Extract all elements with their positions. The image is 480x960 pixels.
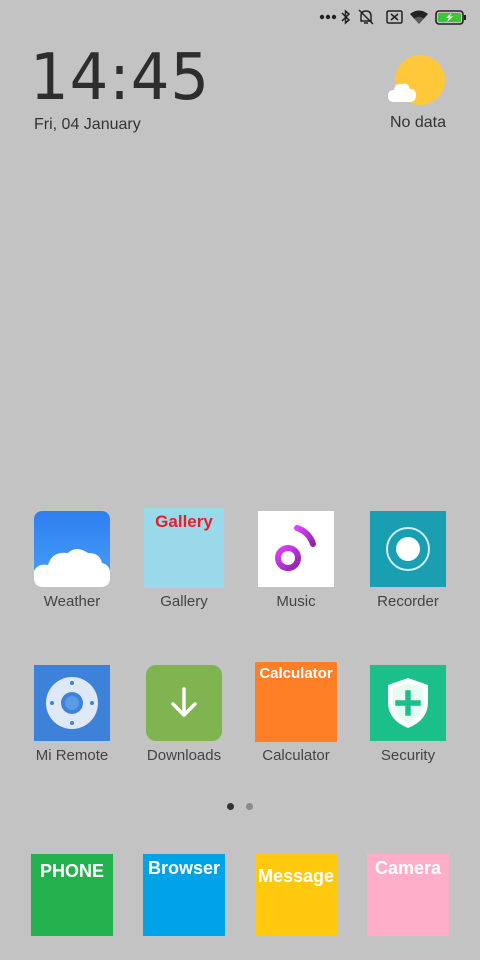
gallery-app-icon[interactable]: Gallery (144, 508, 224, 588)
app-label-security: Security (380, 747, 436, 764)
app-label-weather: Weather (43, 593, 101, 610)
browser-app-icon[interactable]: Browser (143, 854, 225, 936)
recorder-app-icon[interactable] (370, 511, 446, 587)
sim-off-icon (384, 6, 404, 28)
page-indicator[interactable] (0, 803, 480, 810)
camera-tile-text: Camera (374, 858, 442, 878)
app-label-gallery: Gallery (160, 593, 208, 610)
bluetooth-icon (340, 6, 352, 28)
weather-app-icon[interactable] (34, 511, 110, 587)
mute-bell-icon (356, 6, 376, 28)
clock-time[interactable]: 14:45 (30, 46, 210, 110)
phone-app-icon[interactable]: PHONE (31, 854, 113, 936)
page-dot[interactable] (246, 803, 253, 810)
gallery-tile-text: Gallery (155, 512, 213, 531)
wifi-icon (408, 6, 430, 28)
remote-app-icon[interactable] (34, 665, 110, 741)
page-dot-active[interactable] (227, 803, 234, 810)
app-label-mi-remote: Mi Remote (35, 747, 109, 764)
app-label-music: Music (276, 593, 316, 610)
status-bar (0, 0, 480, 34)
phone-tile-text: PHONE (39, 861, 104, 881)
camera-app-icon[interactable]: Camera (367, 854, 449, 936)
browser-tile-text: Browser (147, 858, 221, 878)
music-app-icon[interactable] (258, 511, 334, 587)
downloads-app-icon[interactable] (146, 665, 222, 741)
calculator-tile-text: Calculator (259, 665, 333, 682)
app-label-calculator: Calculator (262, 747, 330, 764)
message-tile-text: Message (257, 866, 335, 886)
security-app-icon[interactable] (370, 665, 446, 741)
app-label-recorder: Recorder (377, 593, 439, 610)
clock-date[interactable]: Fri, 04 January (34, 116, 141, 134)
more-dots-icon (318, 6, 338, 28)
calculator-app-icon[interactable]: Calculator (255, 662, 337, 742)
battery-charging-icon (434, 6, 468, 28)
message-app-icon[interactable]: Message (255, 854, 337, 936)
weather-status[interactable]: No data (378, 114, 458, 132)
app-label-downloads: Downloads (146, 747, 222, 764)
